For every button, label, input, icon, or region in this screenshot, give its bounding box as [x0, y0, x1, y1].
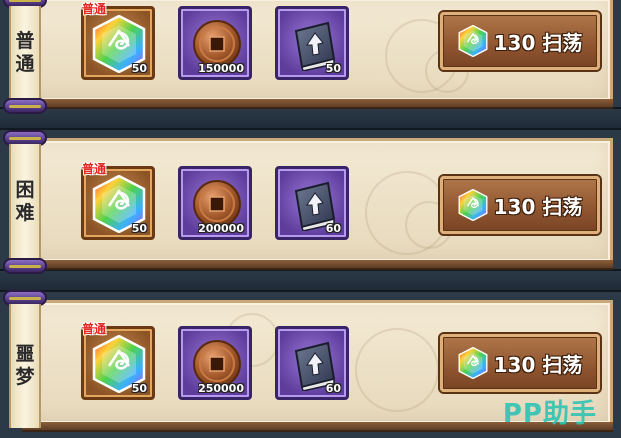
difficulty-scroll-tab[interactable]: 噩 梦 [3, 290, 47, 438]
reward-slot-book[interactable]: 60 [275, 166, 349, 240]
reward-count: 150000 [198, 62, 244, 75]
reward-tag: 普通 [82, 162, 107, 176]
sweep-button-label: 130 扫荡 [493, 352, 583, 377]
difficulty-name-char: 难 [15, 202, 35, 224]
reward-count: 60 [325, 222, 341, 235]
difficulty-scroll-tab[interactable]: 困 难 [3, 130, 47, 276]
reward-slot-gem[interactable]: 普通 50 [81, 162, 155, 240]
difficulty-name-char: 困 [15, 179, 35, 201]
reward-count: 50 [131, 222, 147, 235]
reward-count: 250000 [198, 382, 244, 395]
reward-count: 200000 [198, 222, 244, 235]
reward-slot-coin[interactable]: 200000 [178, 166, 252, 240]
reward-count: 50 [131, 382, 147, 395]
difficulty-name-char: 普 [15, 30, 35, 52]
sweep-button-label: 130 扫荡 [493, 30, 583, 55]
reward-count: 60 [325, 382, 341, 395]
reward-slot-gem[interactable]: 普通 50 [81, 322, 155, 400]
reward-slot-coin[interactable]: 250000 [178, 326, 252, 400]
sweep-button[interactable]: 130 扫荡 [440, 176, 600, 234]
sweep-button[interactable]: 130 扫荡 [440, 334, 600, 392]
difficulty-name-char: 通 [15, 53, 35, 75]
sweep-button-label: 130 扫荡 [493, 194, 583, 219]
hexagon-gem-icon [458, 189, 488, 221]
reward-tag: 普通 [82, 322, 107, 336]
row-divider [0, 107, 621, 130]
difficulty-name-char: 梦 [15, 366, 35, 388]
reward-slot-coin[interactable]: 150000 [178, 6, 252, 80]
reward-slot-book[interactable]: 60 [275, 326, 349, 400]
hexagon-gem-icon [458, 347, 488, 379]
reward-tag: 普通 [82, 2, 107, 16]
sweep-button[interactable]: 130 扫荡 [440, 12, 600, 70]
hexagon-gem-icon [458, 25, 488, 57]
difficulty-name-char: 噩 [15, 343, 35, 365]
reward-count: 50 [131, 62, 147, 75]
reward-slot-gem[interactable]: 普通 50 [81, 2, 155, 80]
row-divider [0, 269, 621, 292]
reward-count: 50 [325, 62, 341, 75]
watermark-text: PP助手 [502, 399, 597, 429]
reward-slot-book[interactable]: 50 [275, 6, 349, 80]
difficulty-scroll-tab[interactable]: 普 通 [3, 0, 47, 118]
